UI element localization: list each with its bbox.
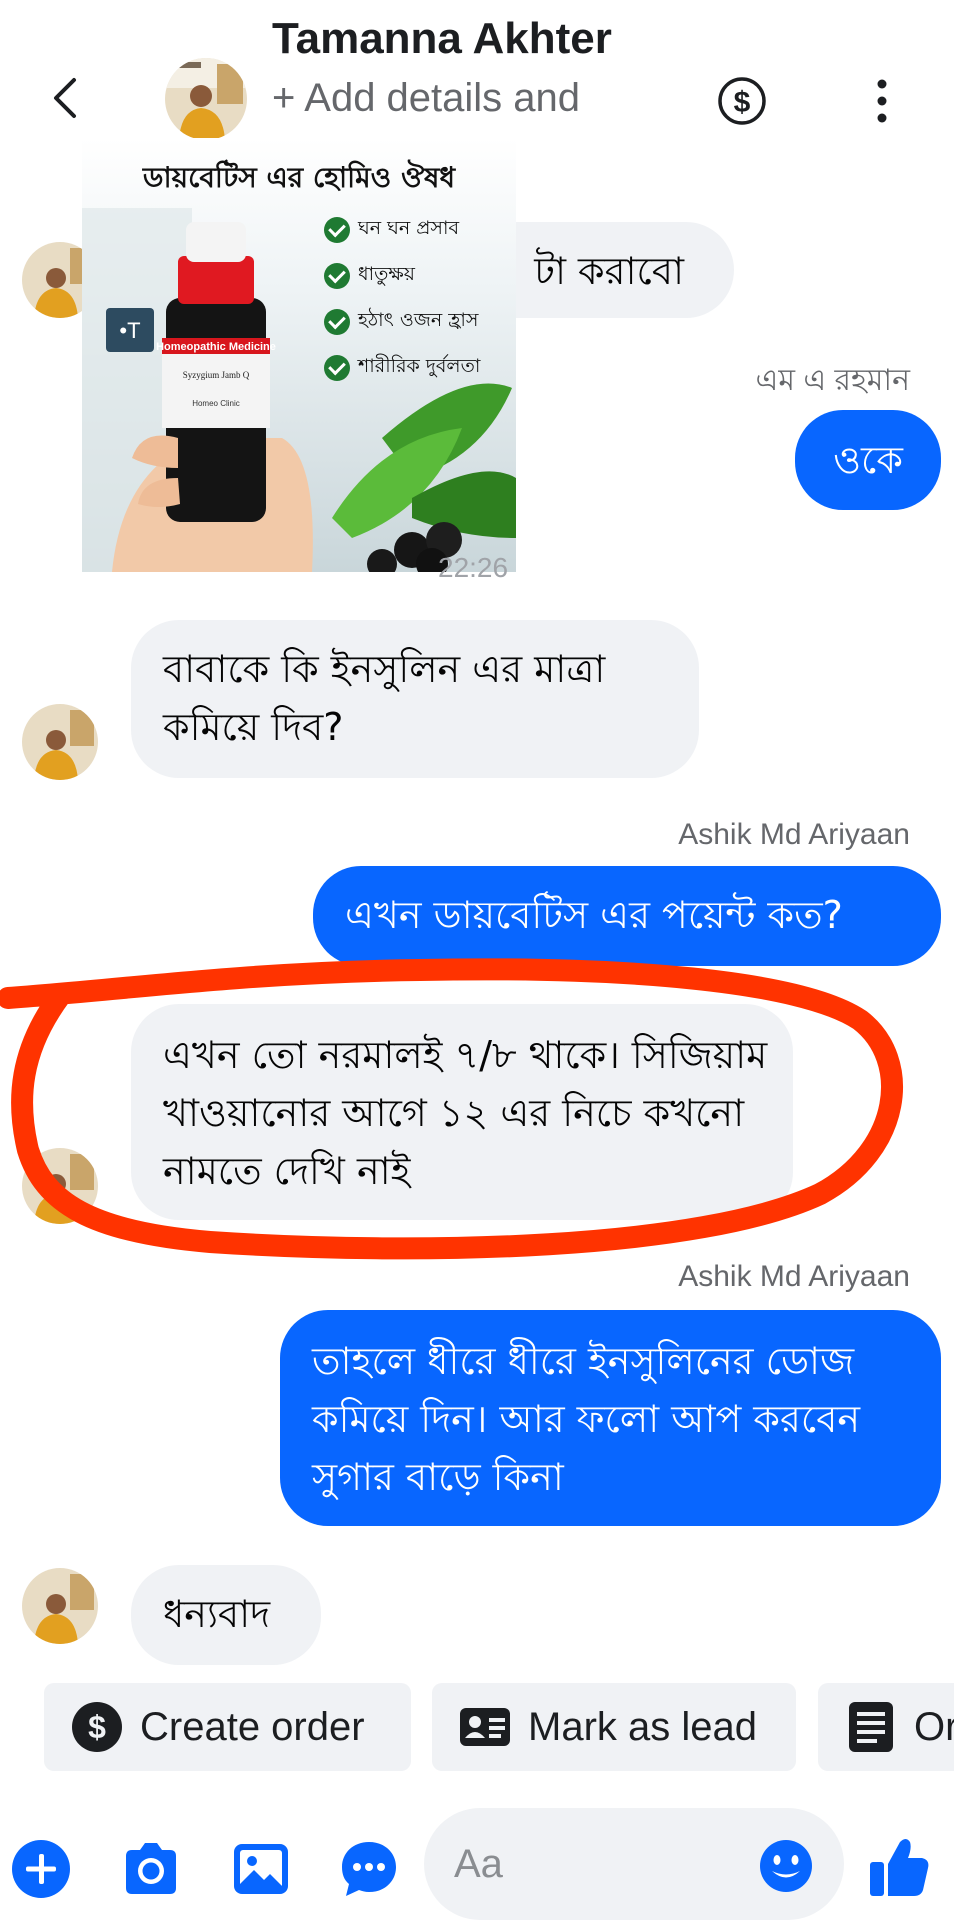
sender-name: Ashik Md Ariyaan <box>678 1260 910 1293</box>
message-bubble-incoming[interactable]: বাবাকে কি ইনসুলিন এর মাত্রা কমিয়ে দিব? <box>131 620 699 778</box>
message-bubble-outgoing[interactable]: ওকে <box>795 410 941 510</box>
create-order-button[interactable]: $ Create order <box>44 1683 411 1771</box>
plus-circle-icon[interactable] <box>10 1838 72 1900</box>
chat-bubble-icon[interactable] <box>338 1838 400 1900</box>
thumbs-up-icon[interactable] <box>866 1834 932 1900</box>
bottle-label-text: Homeopathic Medicine <box>156 341 276 353</box>
add-details-link[interactable]: + Add details and <box>272 76 580 121</box>
contact-avatar[interactable] <box>165 58 247 140</box>
post-title: ডায়বেটিস এর হোমিও ঔষধ <box>142 161 456 194</box>
list-document-icon <box>849 1702 893 1752</box>
svg-text:$: $ <box>88 1709 106 1745</box>
mark-as-lead-label: Mark as lead <box>528 1704 757 1749</box>
orders-button[interactable]: Or <box>818 1683 954 1771</box>
message-text: টা করাবো <box>534 249 684 293</box>
back-icon[interactable] <box>40 70 96 126</box>
camera-icon[interactable] <box>120 1838 182 1900</box>
shared-product-image[interactable]: •T Homeopathic Medicine Syzygium Jamb Q … <box>82 138 516 572</box>
check-circle-icon <box>324 355 350 381</box>
avatar[interactable] <box>22 704 98 780</box>
bottle-product-text: Syzygium Jamb Q <box>183 370 250 380</box>
benefit-item: শারীরিক দুর্বলতা <box>324 352 480 384</box>
svg-text:$: $ <box>734 86 751 119</box>
message-text: বাবাকে কি ইনসুলিন এর মাত্রা কমিয়ে দিব? <box>163 647 606 749</box>
benefit-item: হঠাৎ ওজন হ্রাস <box>324 306 478 338</box>
create-order-label: Create order <box>140 1704 365 1749</box>
contact-card-icon <box>460 1708 510 1746</box>
benefit-item: ঘন ঘন প্রসাব <box>324 214 459 246</box>
check-circle-icon <box>324 309 350 335</box>
message-text: এখন তো নরমালই ৭/৮ থাকে। সিজিয়াম খাওয়ান… <box>163 1033 768 1193</box>
dollar-circle-icon: $ <box>72 1702 122 1752</box>
sender-name: Ashik Md Ariyaan <box>678 818 910 851</box>
image-icon[interactable] <box>230 1838 292 1900</box>
message-text: এখন ডায়বেটিস এর পয়েন্ট কত? <box>345 893 843 937</box>
check-circle-icon <box>324 217 350 243</box>
message-timestamp: 22:26 <box>438 552 509 583</box>
svg-text:•T: •T <box>119 318 140 343</box>
message-text: তাহলে ধীরে ধীরে ইনসুলিনের ডোজ কমিয়ে দিন… <box>312 1339 861 1499</box>
message-text: ধন্যবাদ <box>163 1592 271 1636</box>
sender-name: এম এ রহমান <box>755 364 911 397</box>
message-text: ওকে <box>833 438 903 482</box>
emoji-icon[interactable] <box>758 1838 814 1894</box>
chat-header: Tamanna Akhter + Add details and $ <box>0 0 954 150</box>
avatar[interactable] <box>22 1148 98 1224</box>
message-bubble-incoming[interactable]: ধন্যবাদ <box>131 1565 321 1665</box>
orders-label: Or <box>914 1704 954 1749</box>
bottle-clinic-text: Homeo Clinic <box>192 399 240 408</box>
check-circle-icon <box>324 263 350 289</box>
mark-as-lead-button[interactable]: Mark as lead <box>432 1683 796 1771</box>
message-bubble-incoming[interactable]: এখন তো নরমালই ৭/৮ থাকে। সিজিয়াম খাওয়ান… <box>131 1004 793 1220</box>
contact-name[interactable]: Tamanna Akhter <box>272 14 612 64</box>
message-bubble-outgoing[interactable]: তাহলে ধীরে ধীরে ইনসুলিনের ডোজ কমিয়ে দিন… <box>280 1310 941 1526</box>
message-bubble-outgoing[interactable]: এখন ডায়বেটিস এর পয়েন্ট কত? <box>313 866 941 966</box>
benefit-item: ধাতুক্ষয় <box>324 260 415 292</box>
dollar-circle-icon[interactable]: $ <box>715 74 769 128</box>
more-vertical-icon[interactable] <box>862 74 902 128</box>
avatar[interactable] <box>22 1568 98 1644</box>
